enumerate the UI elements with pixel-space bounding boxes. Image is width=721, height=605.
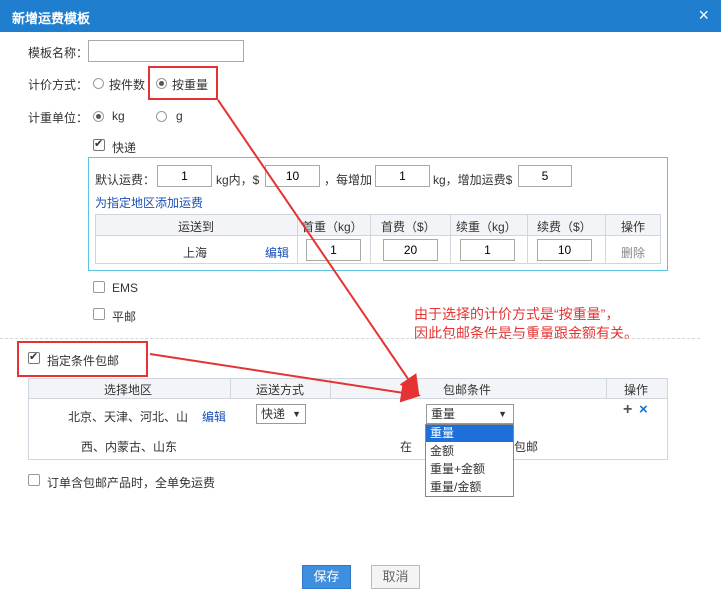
arrow-from-free-shipping (149, 353, 421, 403)
annotation-arrows (149, 99, 421, 403)
arrow-from-pricing (217, 99, 420, 396)
